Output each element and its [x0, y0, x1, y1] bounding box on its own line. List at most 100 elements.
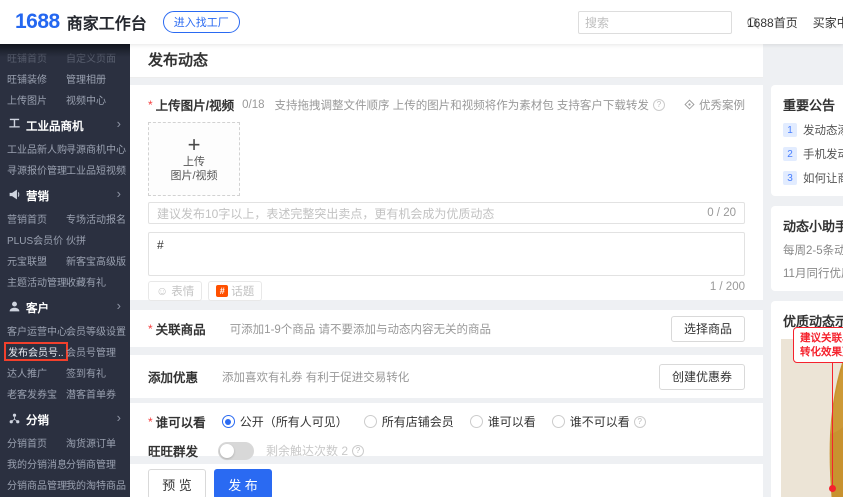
title-counter: 0 / 20 — [707, 207, 736, 219]
sidebar-item[interactable]: 我的分销消息 — [7, 456, 67, 471]
upload-hint: 支持拖拽调整文件顺序 上传的图片和视频将作为素材包 支持客户下载转发 — [275, 97, 649, 113]
sidebar-item[interactable]: 客户运营中心 — [7, 323, 67, 338]
sidebar-row: 寻源报价管理 工业品短视频 — [0, 158, 130, 179]
sidebar: 旺铺首页 自定义页面 旺铺装修 管理相册 上传图片 视频中心 工 工业品商机 ›… — [0, 44, 130, 497]
sidebar-item[interactable]: 分销商品管理 — [7, 477, 67, 492]
screen: 旺铺首页 自定义页面 旺铺装修 管理相册 上传图片 视频中心 工 工业品商机 ›… — [0, 0, 843, 497]
excellent-case-label: 优秀案例 — [699, 97, 745, 113]
select-goods-button[interactable]: 选择商品 — [671, 316, 745, 342]
sidebar-row: 发布会员号.. 会员号管理 — [0, 340, 130, 361]
chevron-right-icon: › — [117, 186, 121, 201]
sidebar-row: PLUS会员价 伙拼 — [0, 228, 130, 249]
help-icon[interactable]: ? — [634, 416, 646, 428]
upload-label: 上传图片/视频 — [156, 95, 234, 114]
announcement-item[interactable]: 1 发动态添加推荐商品 — [783, 122, 843, 138]
target-icon — [684, 99, 695, 110]
announcement-item[interactable]: 2 手机发动态，随时随地 — [783, 146, 843, 162]
link-1688-home[interactable]: 1688首页 — [747, 14, 798, 31]
assistant-line: 11月同行优质案例合集 — [783, 265, 843, 281]
sidebar-section-title: 营销 — [26, 188, 49, 204]
sidebar-item[interactable]: 分销首页 — [7, 435, 47, 450]
preview-button[interactable]: 预 览 — [148, 469, 206, 497]
enter-factory-button[interactable]: 进入找工厂 — [163, 11, 240, 33]
sidebar-section-customer[interactable]: 客户 › — [0, 297, 130, 319]
broadcast-toggle-off[interactable] — [218, 442, 254, 460]
hashtag-icon: # — [216, 285, 228, 297]
sidebar-item-upload-image[interactable]: 上传图片 — [7, 92, 47, 107]
coupon-label: 添加优惠 — [148, 367, 198, 386]
help-icon[interactable]: ? — [352, 445, 364, 457]
assistant-card: 动态小助手 每周2-5条动态，持续更新 11月同行优质案例合集 — [771, 206, 843, 291]
assistant-title: 动态小助手 — [783, 216, 843, 235]
top-links: 1688首页 买家中心 商家中心 — [747, 0, 843, 44]
sidebar-item[interactable]: 自定义页面 — [66, 50, 116, 65]
announcement-item[interactable]: 3 如何让商品动态更优质 — [783, 170, 843, 186]
upload-dropzone[interactable]: + 上传 图片/视频 — [148, 122, 240, 196]
title-input[interactable]: 建议发布10字以上，表述完整突出卖点，更有机会成为优质动态 0 / 20 — [148, 202, 745, 224]
create-coupon-button[interactable]: 创建优惠券 — [659, 364, 745, 390]
sidebar-item[interactable]: 潜客首单券 — [66, 386, 116, 401]
sidebar-item[interactable]: 会员等级设置 — [66, 323, 126, 338]
sidebar-item[interactable]: 工业品新人购 — [7, 141, 67, 156]
logo-1688[interactable]: 1688 — [15, 10, 60, 34]
radio-who-can-see[interactable]: 谁可以看 — [470, 413, 536, 430]
sidebar-item[interactable]: PLUS会员价 — [7, 232, 63, 247]
sidebar-item[interactable]: 老客发券宝 — [7, 386, 57, 401]
radio-icon — [552, 415, 565, 428]
broadcast-label: 旺旺群发 — [148, 441, 198, 460]
page-title: 发布动态 — [130, 44, 763, 78]
sidebar-item[interactable]: 淘货源订单 — [66, 435, 116, 450]
radio-who-cannot-see[interactable]: 谁不可以看 — [552, 413, 630, 430]
sidebar-item[interactable]: 新客宝高级版 — [66, 253, 126, 268]
announcement-text: 发动态添加推荐商品 — [803, 122, 843, 138]
sidebar-item-video-center[interactable]: 视频中心 — [66, 92, 106, 107]
user-icon — [8, 300, 21, 313]
radio-icon — [364, 415, 377, 428]
upload-box-line1: 上传 — [183, 155, 205, 169]
content-textarea[interactable]: # — [148, 232, 745, 276]
sidebar-item-publish-member-feed-highlighted[interactable]: 发布会员号.. — [4, 342, 68, 361]
sidebar-section-marketing[interactable]: 营销 › — [0, 185, 130, 207]
sidebar-row: 达人推广 签到有礼 — [0, 361, 130, 382]
sidebar-item[interactable]: 主题活动管理 — [7, 274, 67, 289]
sidebar-item[interactable]: 旺铺首页 — [7, 50, 47, 65]
sidebar-item[interactable]: 收藏有礼 — [66, 274, 106, 289]
link-buyer-center[interactable]: 买家中心 — [813, 14, 843, 31]
number-badge: 2 — [783, 147, 797, 161]
radio-public[interactable]: 公开（所有人可见） — [222, 413, 348, 430]
sidebar-item[interactable]: 寻源商机中心 — [66, 141, 126, 156]
emoji-button[interactable]: ☺ 表情 — [148, 281, 202, 301]
radio-label: 谁不可以看 — [570, 413, 630, 430]
radio-icon — [470, 415, 483, 428]
sidebar-item[interactable]: 工业品短视频 — [66, 162, 126, 177]
sidebar-item-album[interactable]: 管理相册 — [66, 71, 106, 86]
sidebar-item[interactable]: 元宝联盟 — [7, 253, 47, 268]
sidebar-item[interactable]: 签到有礼 — [66, 365, 106, 380]
excellent-case-link[interactable]: 优秀案例 — [684, 97, 745, 113]
chevron-right-icon: › — [117, 298, 121, 313]
topic-button[interactable]: # 话题 — [208, 281, 262, 301]
sidebar-section-industry[interactable]: 工 工业品商机 › — [0, 115, 130, 137]
sidebar-item[interactable]: 会员号管理 — [66, 344, 116, 359]
broadcast-hint: 剩余触达次数 2 — [266, 442, 348, 459]
sidebar-item[interactable]: 寻源报价管理 — [7, 162, 67, 177]
sidebar-item[interactable]: 伙拼 — [66, 232, 86, 247]
title-placeholder: 建议发布10字以上，表述完整突出卖点，更有机会成为优质动态 — [157, 205, 707, 222]
sidebar-item[interactable]: 专场活动报名 — [66, 211, 126, 226]
help-icon[interactable]: ? — [653, 99, 665, 111]
sidebar-section-title: 工业品商机 — [26, 118, 84, 134]
publish-button[interactable]: 发 布 — [214, 469, 272, 497]
sidebar-item-shop-deco[interactable]: 旺铺装修 — [7, 71, 47, 86]
radio-all-members[interactable]: 所有店铺会员 — [364, 413, 454, 430]
sidebar-row: 分销商品管理 我的淘特商品 — [0, 473, 130, 494]
search-input[interactable] — [579, 16, 746, 30]
sidebar-row: 旺铺装修 管理相册 — [0, 67, 130, 88]
sidebar-item[interactable]: 我的淘特商品 — [66, 477, 126, 492]
sidebar-item[interactable]: 达人推广 — [7, 365, 47, 380]
sidebar-section-distribution[interactable]: 分销 › — [0, 409, 130, 431]
required-mark: * — [148, 98, 153, 112]
sidebar-row: 分销首页 淘货源订单 — [0, 431, 130, 452]
announcements-title: 重要公告 — [783, 95, 843, 114]
sidebar-item[interactable]: 营销首页 — [7, 211, 47, 226]
sidebar-item[interactable]: 分销商管理 — [66, 456, 116, 471]
